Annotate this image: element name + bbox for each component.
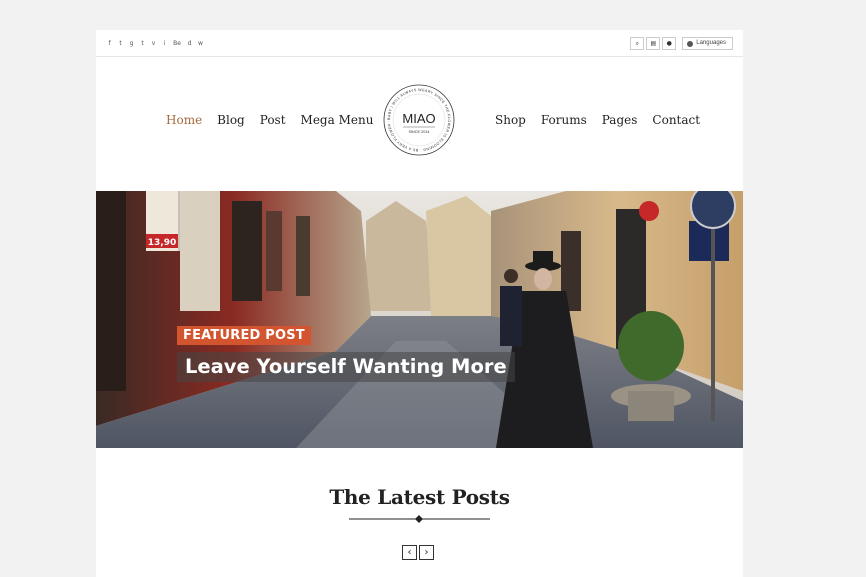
nav-item-contact[interactable]: Contact bbox=[652, 113, 700, 127]
nav-item-shop[interactable]: Shop bbox=[495, 113, 526, 127]
main-nav-right: Shop Forums Pages Contact bbox=[495, 113, 715, 127]
twitter-icon[interactable]: t bbox=[117, 39, 124, 48]
google-plus-icon[interactable]: g bbox=[128, 39, 135, 48]
featured-post-badge[interactable]: FEATURED POST bbox=[177, 326, 311, 345]
top-bar: f t g t v i Be d w ⌕ ▤ ● Languages bbox=[96, 30, 743, 57]
logo-since: SINCE 2014 bbox=[408, 130, 429, 134]
dribbble-icon[interactable]: d bbox=[186, 39, 193, 48]
wordpress-icon[interactable]: w bbox=[197, 39, 204, 48]
featured-post-title[interactable]: Leave Yourself Wanting More bbox=[177, 352, 515, 382]
nav-item-post[interactable]: Post bbox=[260, 113, 286, 127]
page: f t g t v i Be d w ⌕ ▤ ● Languages Home … bbox=[96, 30, 743, 577]
featured-hero[interactable]: 13,90 FEATURED POST Leave Yourself Wanti… bbox=[96, 191, 743, 448]
hero-sign-price: 13,90 bbox=[148, 238, 176, 248]
cart-icon[interactable]: ▤ bbox=[646, 37, 661, 50]
nav-item-pages[interactable]: Pages bbox=[602, 113, 638, 127]
nav-item-mega-menu[interactable]: Mega Menu bbox=[301, 113, 374, 127]
top-tools: ⌕ ▤ ● Languages bbox=[630, 37, 733, 50]
latest-posts-heading: The Latest Posts bbox=[329, 485, 510, 509]
nav-item-home[interactable]: Home bbox=[166, 113, 202, 127]
nav-item-forums[interactable]: Forums bbox=[541, 113, 587, 127]
next-button[interactable]: › bbox=[419, 545, 434, 560]
hero-image: 13,90 bbox=[96, 191, 743, 448]
ornamental-divider bbox=[349, 515, 490, 523]
languages-button[interactable]: Languages bbox=[682, 37, 733, 50]
behance-icon[interactable]: Be bbox=[172, 39, 182, 48]
user-icon[interactable]: ● bbox=[662, 37, 677, 50]
tumblr-icon[interactable]: t bbox=[139, 39, 146, 48]
prev-button[interactable]: ‹ bbox=[402, 545, 417, 560]
globe-icon bbox=[687, 40, 694, 47]
languages-label: Languages bbox=[696, 40, 726, 46]
vimeo-icon[interactable]: v bbox=[150, 39, 157, 48]
social-links: f t g t v i Be d w bbox=[106, 39, 204, 48]
instagram-icon[interactable]: i bbox=[161, 39, 168, 48]
main-nav-left: Home Blog Post Mega Menu bbox=[166, 113, 388, 127]
facebook-icon[interactable]: f bbox=[106, 39, 113, 48]
latest-posts-pager: ‹ › bbox=[402, 545, 434, 560]
nav-item-blog[interactable]: Blog bbox=[217, 113, 245, 127]
search-icon[interactable]: ⌕ bbox=[630, 37, 645, 50]
logo-name: MIAO bbox=[402, 111, 435, 126]
site-logo[interactable]: BABY I WILL ALWAYS WEARY SINCE THE FLOWE… bbox=[382, 83, 456, 157]
